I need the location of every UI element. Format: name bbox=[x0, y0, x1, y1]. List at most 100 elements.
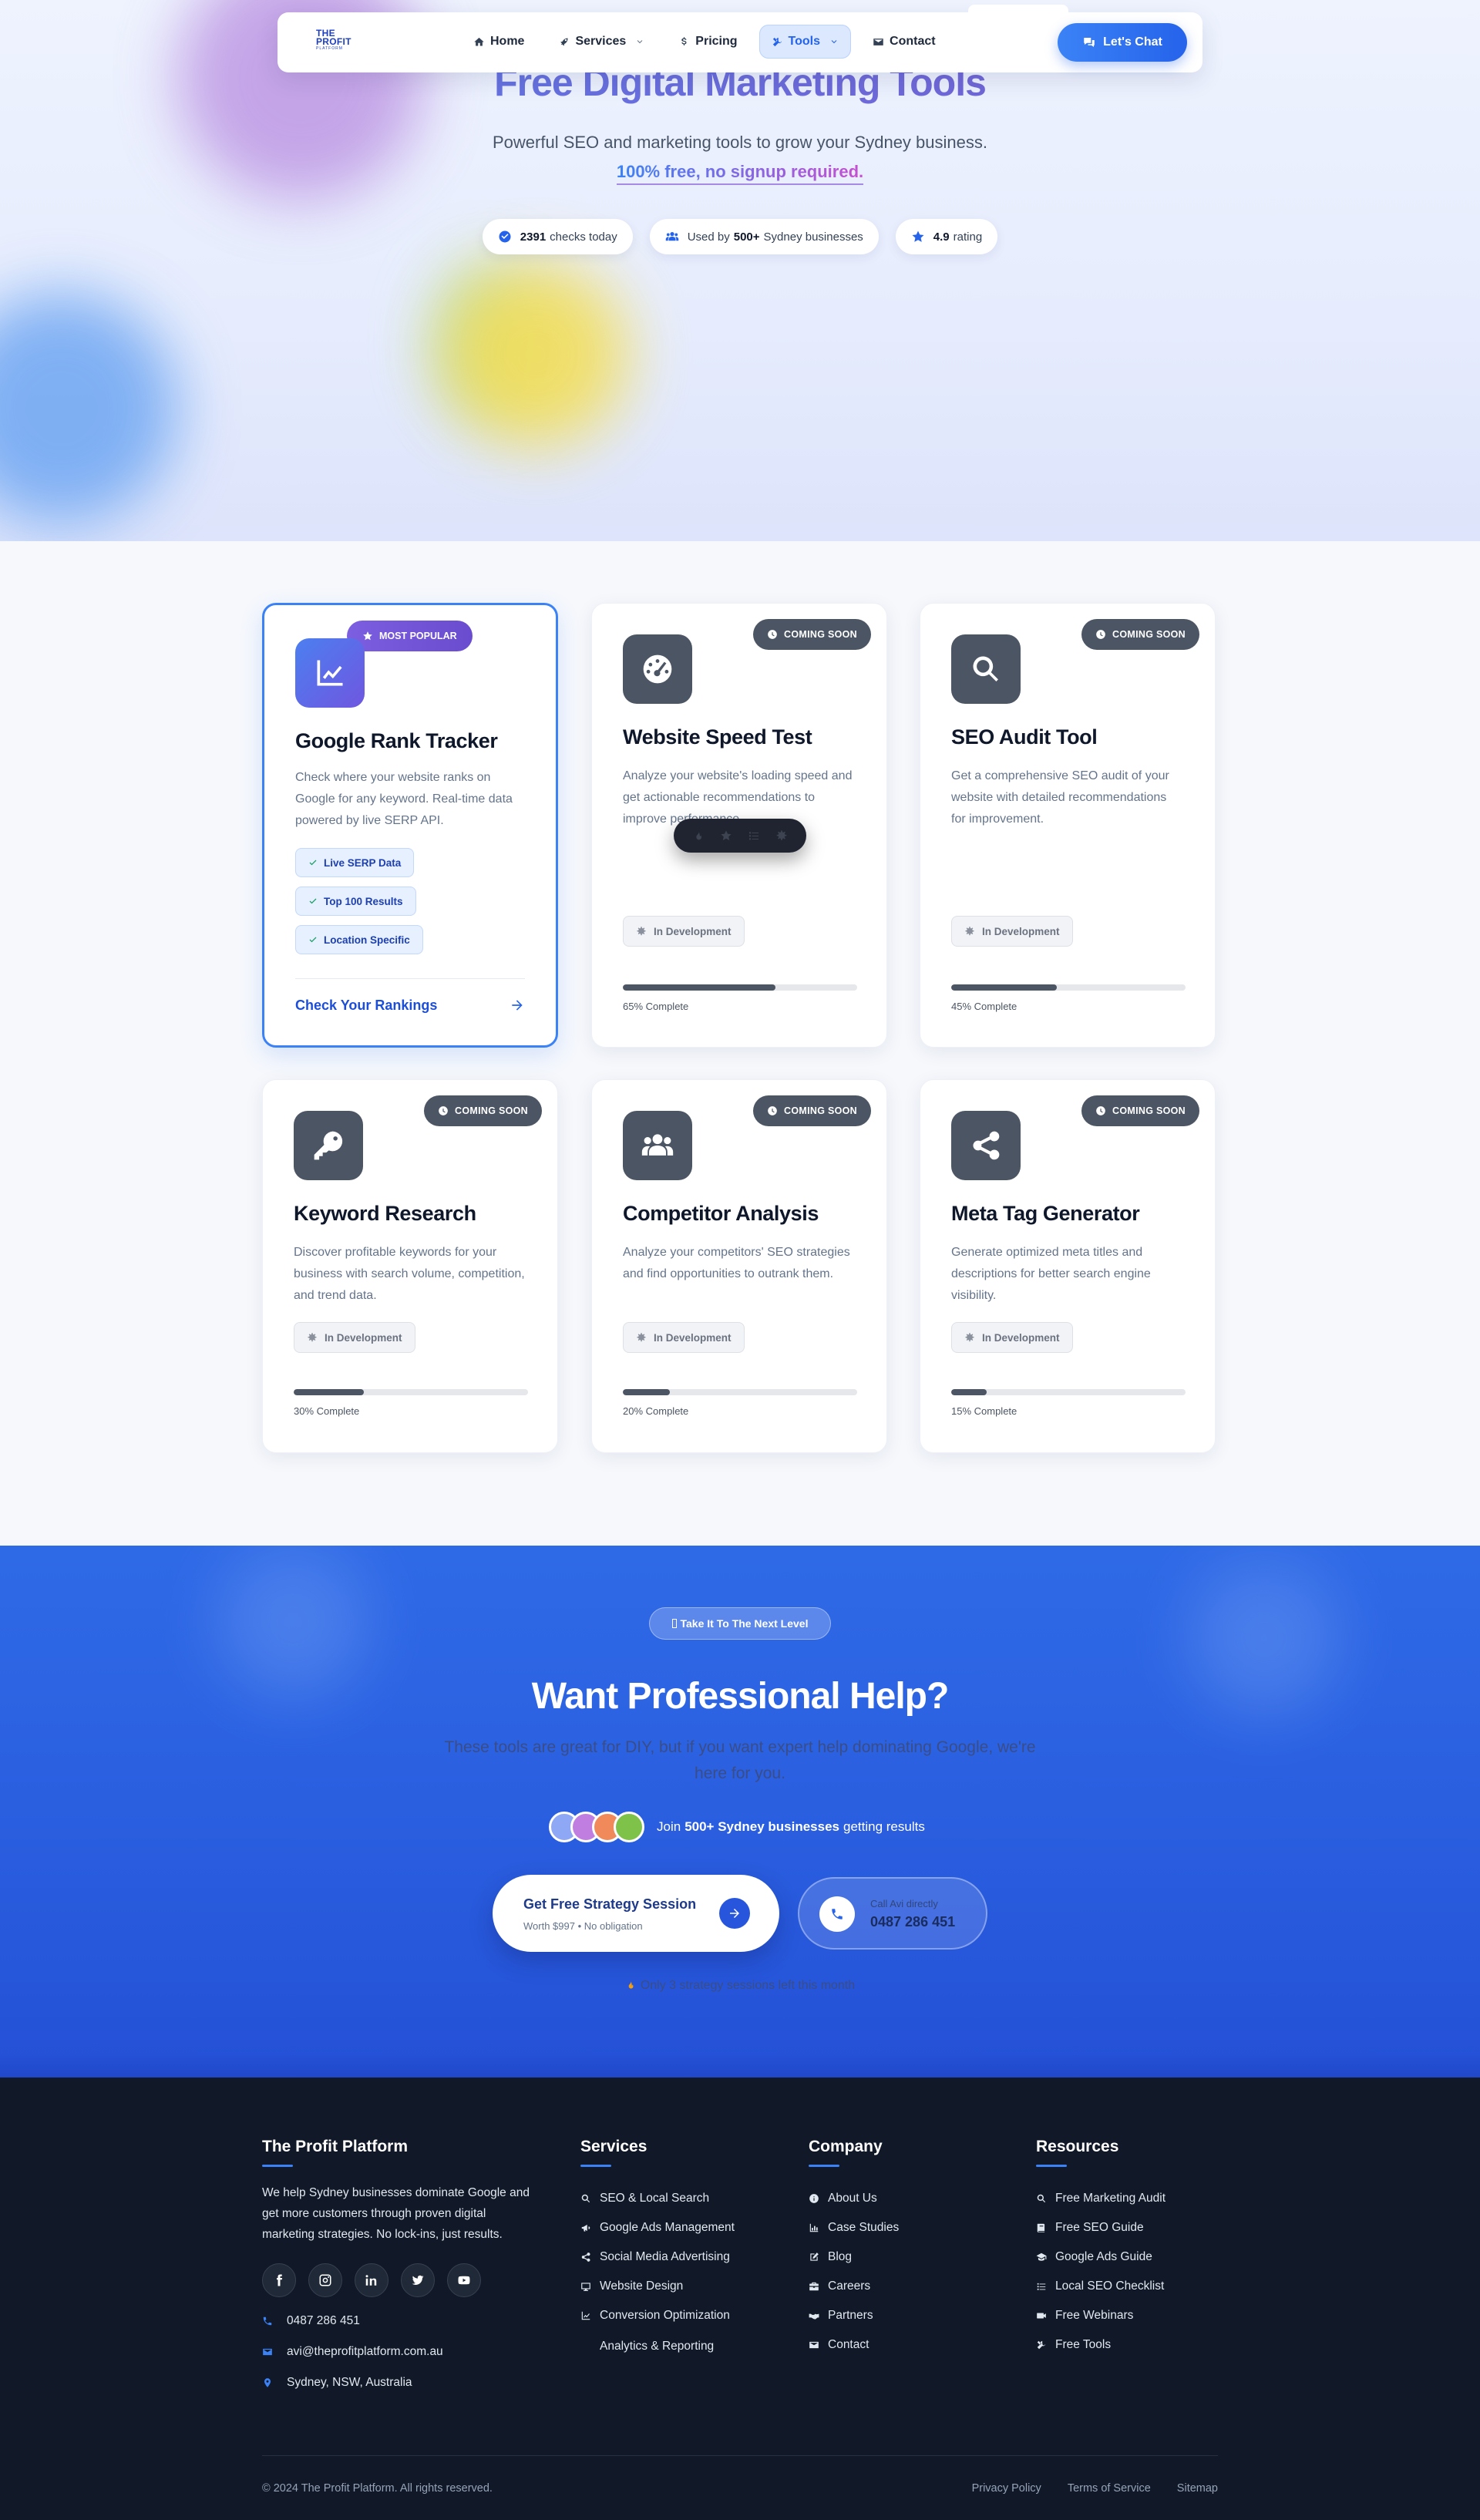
tool-card-seo-audit[interactable]: COMING SOON SEO Audit Tool Get a compreh… bbox=[920, 603, 1216, 1048]
footer-link[interactable]: Local SEO Checklist bbox=[1036, 2272, 1166, 2301]
nav-item-home[interactable]: Home bbox=[461, 25, 536, 59]
footer-phone[interactable]: 0487 286 451 bbox=[262, 2314, 532, 2328]
footer-link[interactable]: Partners bbox=[809, 2301, 899, 2330]
gear-icon bbox=[636, 1332, 647, 1343]
footer-link[interactable]: Google Ads Management bbox=[580, 2213, 735, 2242]
heading-underline bbox=[1036, 2165, 1067, 2167]
footer-link[interactable]: Careers bbox=[809, 2272, 899, 2301]
footer-link[interactable]: Blog bbox=[809, 2242, 899, 2272]
coming-soon-badge: COMING SOON bbox=[753, 619, 871, 650]
status-label: In Development bbox=[654, 1331, 732, 1344]
stat-prefix: Used by bbox=[687, 230, 730, 244]
nav-item-pricing[interactable]: Pricing bbox=[666, 25, 749, 59]
tool-title: Competitor Analysis bbox=[623, 1202, 819, 1225]
footer-link[interactable]: Free Webinars bbox=[1036, 2301, 1166, 2330]
footer-link[interactable]: Conversion Optimization bbox=[580, 2301, 735, 2330]
footer-link[interactable]: Contact bbox=[809, 2330, 899, 2360]
tool-title: Keyword Research bbox=[294, 1202, 476, 1225]
tool-description: Check where your website ranks on Google… bbox=[295, 771, 513, 827]
main-navbar: THE PROFIT PLATFORM Home Services Pricin… bbox=[278, 5, 1202, 72]
layout-icon bbox=[580, 2281, 591, 2292]
star-icon bbox=[362, 631, 373, 641]
nav-item-services[interactable]: Services bbox=[546, 25, 657, 59]
check-rankings-link[interactable]: Check Your Rankings bbox=[295, 994, 525, 1017]
lets-chat-button[interactable]: Let's Chat bbox=[1058, 23, 1187, 62]
progress-fill bbox=[623, 984, 775, 991]
arrow-circle bbox=[719, 1898, 750, 1929]
footer-link[interactable]: Analytics & Reporting bbox=[580, 2330, 735, 2363]
site-logo[interactable]: THE PROFIT PLATFORM bbox=[316, 29, 387, 60]
footer-link[interactable]: SEO & Local Search bbox=[580, 2184, 735, 2213]
tool-card-keyword-research[interactable]: COMING SOON Keyword Research Discover pr… bbox=[262, 1079, 558, 1453]
footer-link[interactable]: Free Tools bbox=[1036, 2330, 1166, 2360]
youtube-link[interactable] bbox=[447, 2263, 481, 2297]
link-label: Free SEO Guide bbox=[1055, 2221, 1144, 2234]
badge-label: COMING SOON bbox=[455, 1105, 528, 1116]
proof-text: Join bbox=[657, 1819, 681, 1834]
link-label: SEO & Local Search bbox=[600, 2192, 710, 2205]
footer-link[interactable]: Google Ads Guide bbox=[1036, 2242, 1166, 2272]
feature-label: Top 100 Results bbox=[324, 895, 403, 907]
tool-card-rank-tracker[interactable]: MOST POPULAR Google Rank Tracker Check w… bbox=[262, 603, 558, 1048]
urgency-note: Only 3 strategy sessions left this month bbox=[0, 1979, 1480, 1993]
clock-icon bbox=[767, 1105, 778, 1116]
sitemap-link[interactable]: Sitemap bbox=[1177, 2482, 1218, 2495]
divider bbox=[295, 978, 525, 979]
footer-link[interactable]: Social Media Advertising bbox=[580, 2242, 735, 2272]
footer-location: Sydney, NSW, Australia bbox=[262, 2376, 532, 2390]
twitter-link[interactable] bbox=[401, 2263, 435, 2297]
linkedin-link[interactable] bbox=[355, 2263, 388, 2297]
toolbar-button[interactable] bbox=[774, 828, 789, 843]
button-title: Get Free Strategy Session bbox=[523, 1896, 697, 1912]
nav-item-label: Contact bbox=[890, 35, 936, 48]
graduation-cap-icon bbox=[1036, 2252, 1047, 2263]
facebook-link[interactable] bbox=[262, 2263, 296, 2297]
clock-icon bbox=[438, 1105, 449, 1116]
privacy-policy-link[interactable]: Privacy Policy bbox=[972, 2482, 1041, 2495]
users-icon bbox=[641, 1129, 674, 1162]
hero-section: Free Digital Marketing Tools Powerful SE… bbox=[0, 0, 1480, 541]
progress-fill bbox=[294, 1389, 365, 1395]
cta-section: Take It To The Next Level Want Professio… bbox=[0, 1546, 1480, 2078]
users-icon bbox=[665, 230, 679, 244]
decorative-blob bbox=[0, 293, 177, 524]
link-label: Local SEO Checklist bbox=[1055, 2279, 1165, 2293]
footer-email[interactable]: avi@theprofitplatform.com.au bbox=[262, 2345, 532, 2359]
section-fade bbox=[0, 2054, 1480, 2078]
footer-link[interactable]: About Us bbox=[809, 2184, 899, 2213]
heading-underline bbox=[262, 2165, 293, 2167]
strategy-session-button[interactable]: Get Free Strategy Session Worth $997 • N… bbox=[493, 1875, 779, 1952]
tool-card-competitor-analysis[interactable]: COMING SOON Competitor Analysis Analyze … bbox=[591, 1079, 887, 1453]
progress-bar bbox=[294, 1389, 528, 1395]
instagram-link[interactable] bbox=[308, 2263, 342, 2297]
heading-underline bbox=[580, 2165, 611, 2167]
footer-column-title: Resources bbox=[1036, 2138, 1119, 2155]
nav-item-contact[interactable]: Contact bbox=[860, 25, 948, 59]
footer-link[interactable]: Website Design bbox=[580, 2272, 735, 2301]
footer-brand: The Profit Platform bbox=[262, 2138, 409, 2155]
call-button[interactable]: Call Avi directly 0487 286 451 bbox=[798, 1877, 987, 1950]
progress-label: 20% Complete bbox=[623, 1405, 689, 1417]
phone-circle bbox=[819, 1896, 855, 1932]
map-pin-icon bbox=[262, 2377, 273, 2388]
footer-column-title: Company bbox=[809, 2138, 883, 2155]
social-links bbox=[262, 2263, 532, 2297]
arrow-right-icon bbox=[510, 998, 525, 1013]
home-icon bbox=[473, 36, 485, 48]
linkedin-icon bbox=[365, 2273, 378, 2287]
toolbar-button[interactable] bbox=[746, 828, 762, 843]
contact-text: Sydney, NSW, Australia bbox=[287, 2376, 412, 2389]
footer-link[interactable]: Case Studies bbox=[809, 2213, 899, 2242]
feature-label: Location Specific bbox=[324, 934, 410, 946]
toolbar-button[interactable] bbox=[718, 828, 734, 843]
terms-of-service-link[interactable]: Terms of Service bbox=[1068, 2482, 1151, 2495]
toolbar-button[interactable] bbox=[691, 828, 706, 843]
share-icon bbox=[969, 1129, 1003, 1162]
nav-item-tools[interactable]: Tools bbox=[758, 25, 852, 59]
feature-tag: Location Specific bbox=[295, 925, 423, 954]
chat-button-label: Let's Chat bbox=[1103, 35, 1162, 49]
tool-card-meta-tag-generator[interactable]: COMING SOON Meta Tag Generator Generate … bbox=[920, 1079, 1216, 1453]
footer-link[interactable]: Free Marketing Audit bbox=[1036, 2184, 1166, 2213]
footer-link[interactable]: Free SEO Guide bbox=[1036, 2213, 1166, 2242]
briefcase-icon bbox=[809, 2281, 819, 2292]
